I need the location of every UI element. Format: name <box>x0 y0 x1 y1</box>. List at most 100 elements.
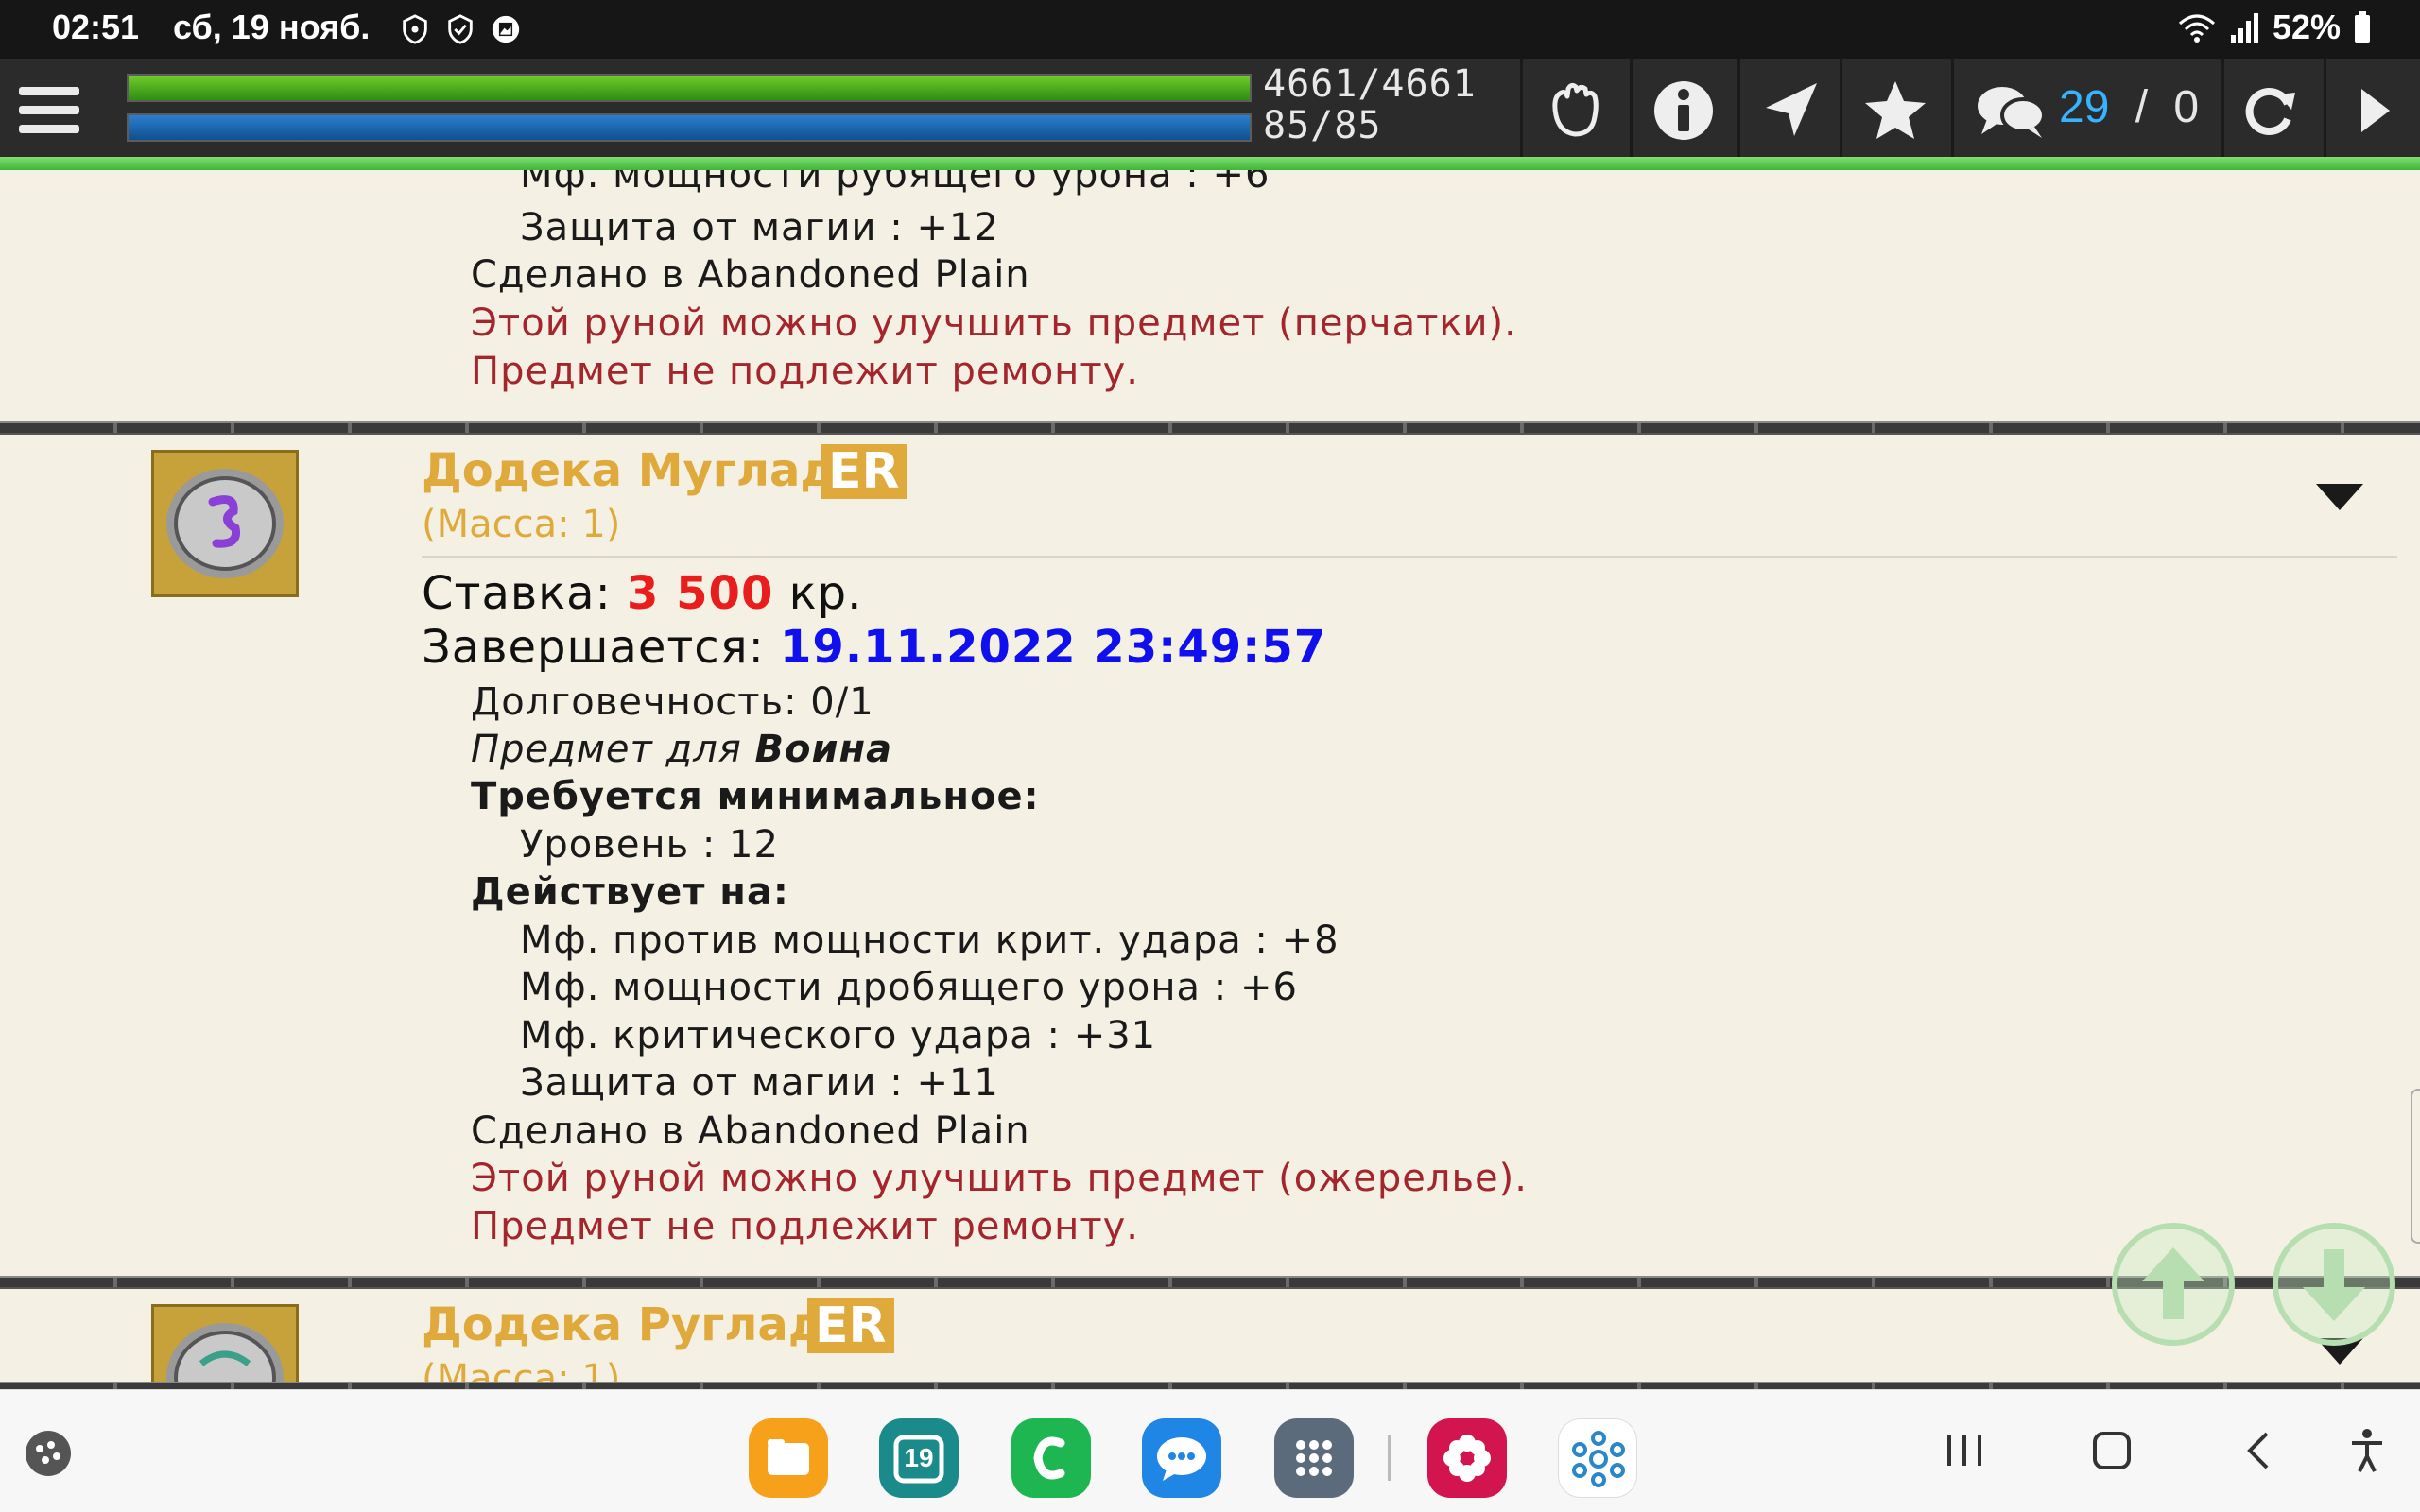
grid-icon <box>1296 1440 1332 1476</box>
game-launcher-icon[interactable] <box>23 1428 74 1479</box>
item-badge: ER <box>821 444 908 499</box>
battery-icon <box>2355 11 2370 43</box>
effect-line: Мф. мощности дробящего урона : +6 <box>520 966 1298 1009</box>
expand-caret-icon[interactable] <box>2316 484 2363 512</box>
network-app-icon[interactable] <box>1558 1418 1637 1498</box>
prev-item-effect-partial: Мф. мощности рубящего урона : +6 <box>520 170 1270 197</box>
star-icon[interactable] <box>1862 77 1928 144</box>
effect-line: Мф. против мощности крит. удара : +8 <box>520 919 1340 962</box>
prev-item-repair-note: Предмет не подлежит ремонту. <box>471 350 1140 393</box>
prev-item-made-in: Сделано в Abandoned Plain <box>471 253 1030 297</box>
phone-c-icon <box>1033 1436 1065 1480</box>
item-divider <box>0 1382 2420 1389</box>
rune-stone-icon <box>166 469 284 578</box>
hp-value: 4661/4661 <box>1263 62 1477 106</box>
toolbar-divider <box>1520 59 1523 157</box>
phone-app-icon[interactable] <box>1011 1418 1091 1498</box>
toolbar-divider <box>2324 59 2326 157</box>
blossom-app-icon[interactable] <box>1427 1418 1507 1498</box>
dock-separator <box>1388 1435 1391 1481</box>
gallery-icon <box>492 15 520 43</box>
chat-icon[interactable] <box>1974 77 2049 144</box>
toolbar-divider <box>1630 59 1633 157</box>
next-item-badge: ER <box>807 1298 894 1353</box>
auction-list[interactable]: Мф. мощности рубящего урона : +6 Защита … <box>0 170 2420 1389</box>
message-icon <box>1157 1437 1206 1481</box>
shield-check-icon <box>448 14 473 44</box>
apps-drawer-icon[interactable] <box>1274 1418 1354 1498</box>
files-app-icon[interactable] <box>749 1418 828 1498</box>
android-navigation-bar: 19 <box>0 1389 2420 1512</box>
effect-line: Защита от магии : +11 <box>520 1061 999 1105</box>
next-item-thumbnail[interactable] <box>151 1304 299 1389</box>
chat-count-separator: / <box>2135 82 2149 132</box>
item-durability: Долговечность: 0/1 <box>471 680 874 724</box>
mana-bar-fill <box>129 115 1250 140</box>
scroll-down-button[interactable] <box>2273 1223 2395 1346</box>
effect-line: Мф. критического удара : +31 <box>520 1014 1157 1057</box>
mana-value: 85/85 <box>1263 104 1382 147</box>
item-made-in: Сделано в Abandoned Plain <box>471 1109 1030 1153</box>
prev-item-rune-note: Этой руной можно улучшить предмет (перча… <box>471 301 1517 345</box>
status-time: 02:51 <box>52 8 140 46</box>
item-title[interactable]: Додека Мугладо <box>422 444 868 497</box>
arrow-up-icon <box>2142 1247 2204 1319</box>
chat-count-unread: 29 <box>2059 82 2110 132</box>
hp-bar-fill <box>129 76 1250 100</box>
bid-label: Ставка: <box>422 567 612 620</box>
arrow-down-icon <box>2303 1249 2365 1321</box>
hp-bar <box>127 74 1252 102</box>
status-system-icons: 52% <box>2176 8 2373 47</box>
folder-icon <box>768 1439 809 1475</box>
item-rune-note: Этой руной можно улучшить предмет (ожере… <box>471 1157 1528 1200</box>
requirement-level: Уровень : 12 <box>520 823 779 867</box>
ends-label: Завершается: <box>422 621 765 674</box>
chat-count-other: 0 <box>2173 82 2200 132</box>
recent-apps-icon[interactable] <box>1936 1422 1993 1479</box>
wifi-icon <box>2178 14 2215 43</box>
toolbar-divider <box>1737 59 1740 157</box>
android-status-bar: 02:51 сб, 19 нояб. 52% <box>0 0 2420 59</box>
play-icon[interactable] <box>2342 77 2409 144</box>
next-item-title[interactable]: Додека Ругладо <box>422 1298 856 1351</box>
toolbar-divider <box>2221 59 2224 157</box>
toolbar-accent-strip <box>0 157 2420 170</box>
requirements-header: Требуется минимальное: <box>471 775 1040 818</box>
status-notification-icons <box>399 13 522 45</box>
game-toolbar: 4661/4661 85/85 29 / 0 <box>0 59 2420 161</box>
item-repair-note: Предмет не подлежит ремонту. <box>471 1205 1140 1248</box>
navigate-icon[interactable] <box>1758 77 1824 144</box>
effects-header: Действует на: <box>471 870 789 914</box>
scroll-up-button[interactable] <box>2112 1223 2235 1346</box>
edge-panel-handle[interactable] <box>2411 1089 2420 1244</box>
bid-unit: кр. <box>788 567 863 620</box>
calendar-app-icon[interactable]: 19 <box>879 1418 959 1498</box>
signal-icon <box>2230 13 2258 43</box>
ends-value: 19.11.2022 23:49:57 <box>780 621 1327 674</box>
toolbar-divider <box>1951 59 1954 157</box>
toolbar-divider <box>1840 59 1842 157</box>
item-header-rule <box>422 556 2397 558</box>
refresh-icon[interactable] <box>2237 77 2303 144</box>
calendar-day: 19 <box>904 1443 934 1472</box>
glove-icon[interactable] <box>1543 77 1609 144</box>
chat-counter[interactable]: 29 / 0 <box>2059 81 2199 133</box>
menu-icon[interactable] <box>13 77 85 142</box>
home-icon[interactable] <box>2083 1422 2140 1479</box>
item-class-prefix: Предмет для <box>471 728 742 771</box>
info-icon[interactable] <box>1651 77 1717 144</box>
item-divider <box>0 421 2420 435</box>
item-class-name: Воина <box>754 728 893 771</box>
rune-stone-icon <box>166 1323 284 1389</box>
bid-row: Ставка: 3 500 кр. <box>422 567 862 620</box>
accessibility-icon[interactable] <box>2339 1422 2395 1479</box>
item-thumbnail[interactable] <box>151 450 299 597</box>
back-icon[interactable] <box>2231 1422 2288 1479</box>
battery-percent: 52% <box>2272 8 2341 46</box>
item-mass: (Масса: 1) <box>422 503 621 546</box>
flower-icon <box>1443 1435 1491 1482</box>
messages-app-icon[interactable] <box>1142 1418 1221 1498</box>
prev-item-magic-defense: Защита от магии : +12 <box>520 206 999 249</box>
molecule-icon <box>1572 1431 1625 1487</box>
item-divider <box>0 1276 2420 1289</box>
